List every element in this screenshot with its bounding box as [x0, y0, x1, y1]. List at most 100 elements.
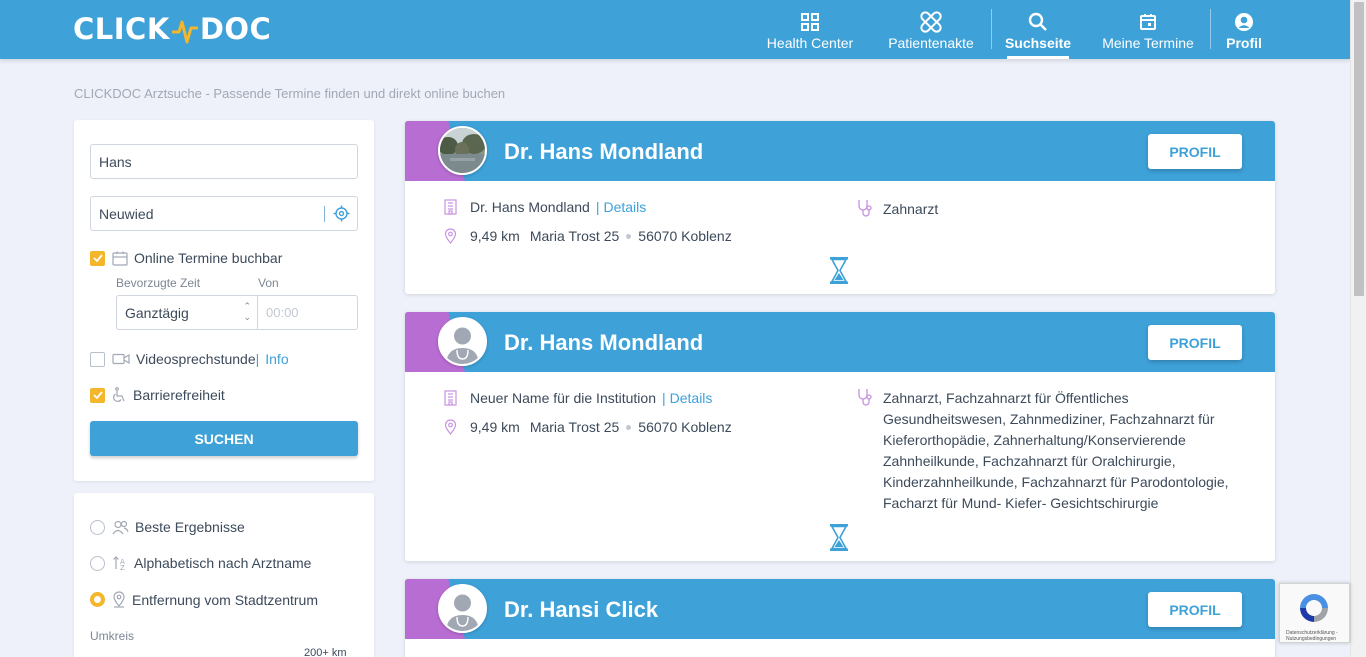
doctor-name[interactable]: Dr. Hans Mondland — [504, 139, 703, 165]
institution-line: Neuer Name für die Institution | Details — [440, 390, 712, 406]
time-from-placeholder: 00:00 — [266, 305, 299, 320]
grid-icon — [800, 11, 820, 33]
nav-label: Health Center — [766, 35, 854, 51]
specialty-block: Zahnarzt — [856, 199, 1243, 221]
address-line: 9,49 km Maria Trost 25 56070 Koblenz — [440, 228, 732, 244]
scrollbar-thumb[interactable] — [1354, 2, 1364, 296]
doctor-avatar-placeholder — [438, 317, 487, 366]
doctor-name[interactable]: Dr. Hansi Click — [504, 597, 658, 623]
search-panel: Hans Neuwied Online Termine buchbar Bevo… — [74, 120, 374, 481]
separator-dot — [626, 424, 632, 430]
online-termine-option[interactable]: Online Termine buchbar — [90, 250, 282, 266]
doctor-name[interactable]: Dr. Hans Mondland — [504, 330, 703, 356]
map-pin-icon — [112, 591, 126, 608]
card-header: Dr. Hansi Click PROFIL — [405, 579, 1275, 639]
location-divider — [324, 206, 325, 222]
location-input[interactable]: Neuwied — [90, 196, 358, 231]
separator-dot — [626, 233, 632, 239]
specialty-text: Zahnarzt, Fachzahnarzt für Öffentliches … — [883, 390, 1229, 511]
logo-text-right: DOC — [199, 12, 272, 46]
videosprechstunde-checkbox[interactable] — [90, 351, 105, 367]
city: 56070 Koblenz — [638, 419, 732, 435]
nav-label: Suchseite — [1004, 35, 1072, 51]
sort-best-label: Beste Ergebnisse — [135, 519, 245, 535]
page-scrollbar[interactable] — [1350, 0, 1366, 657]
radius-label: Umkreis — [90, 629, 134, 643]
time-of-day-value: Ganztägig — [125, 304, 189, 321]
nav-suchseite[interactable]: Suchseite — [1004, 0, 1072, 59]
sort-distance-label: Entfernung vom Stadtzentrum — [132, 591, 318, 608]
sort-option-best[interactable]: Beste Ergebnisse — [90, 519, 245, 535]
nav-divider — [1210, 9, 1211, 49]
from-label: Von — [258, 276, 279, 290]
nav-label: Patientenakte — [888, 35, 974, 51]
barrierefreiheit-checkbox[interactable] — [90, 387, 105, 403]
map-pin-icon — [440, 228, 460, 244]
institution-name: Neuer Name für die Institution — [470, 390, 656, 406]
sort-distance-radio[interactable] — [90, 592, 105, 607]
building-icon — [440, 390, 460, 406]
sort-alpha-icon: AZ — [112, 555, 128, 571]
profile-button[interactable]: PROFIL — [1148, 134, 1242, 169]
nav-meine-termine[interactable]: Meine Termine — [1100, 0, 1196, 59]
videosprechstunde-option[interactable]: Videosprechstunde | Info — [90, 351, 289, 367]
nav-health-center[interactable]: Health Center — [765, 0, 855, 59]
sort-alpha-label: Alphabetisch nach Arztname — [134, 555, 312, 571]
time-of-day-select[interactable]: Ganztägig ⌃ ⌄ — [116, 295, 258, 330]
details-link[interactable]: Details — [603, 199, 646, 215]
clickdoc-logo[interactable]: CLICK DOC — [73, 12, 271, 46]
doctor-result-card: Dr. Hans Mondland PROFIL Dr. Hans Mondla… — [405, 121, 1275, 294]
doctor-result-card: Dr. Hansi Click PROFIL — [405, 579, 1275, 657]
nav-patientenakte[interactable]: Patientenakte — [886, 0, 976, 59]
videosprechstunde-info-link[interactable]: Info — [265, 351, 288, 367]
top-navigation-bar: CLICK DOC Health Center Patientenakte Su… — [0, 0, 1350, 59]
locate-me-icon[interactable] — [333, 205, 350, 225]
specialty-block: Zahnarzt, Fachzahnarzt für Öffentliches … — [856, 388, 1243, 514]
sort-alpha-radio[interactable] — [90, 555, 105, 571]
institution-line: Dr. Hans Mondland | Details — [440, 199, 646, 215]
stethoscope-icon — [856, 388, 875, 410]
radius-value: 200+ km — [304, 647, 347, 657]
calendar-icon — [1139, 11, 1157, 33]
online-termine-checkbox[interactable] — [90, 250, 105, 266]
svg-text:Z: Z — [120, 564, 125, 571]
preferred-time-label: Bevorzugte Zeit — [116, 276, 201, 290]
recaptcha-text: Datenschutzerklärung - Nutzungsbedingung… — [1286, 630, 1338, 642]
specialty-text: Zahnarzt — [883, 201, 939, 217]
videosprechstunde-label: Videosprechstunde — [136, 351, 256, 367]
search-button[interactable]: SUCHEN — [90, 421, 358, 456]
street: Maria Trost 25 — [529, 419, 620, 435]
sort-option-distance[interactable]: Entfernung vom Stadtzentrum — [90, 591, 318, 608]
video-camera-icon — [112, 353, 130, 365]
details-link[interactable]: Details — [670, 390, 713, 406]
bandage-icon — [920, 11, 942, 33]
profile-button[interactable]: PROFIL — [1148, 592, 1242, 627]
barrierefreiheit-option[interactable]: Barrierefreiheit — [90, 387, 225, 403]
nav-divider — [991, 9, 992, 49]
sort-option-alphabetical[interactable]: AZ Alphabetisch nach Arztname — [90, 555, 311, 571]
card-header: Dr. Hans Mondland PROFIL — [405, 312, 1275, 372]
doctor-result-card: Dr. Hans Mondland PROFIL Neuer Name für … — [405, 312, 1275, 561]
user-circle-icon — [1234, 11, 1254, 33]
recaptcha-badge[interactable]: Datenschutzerklärung - Nutzungsbedingung… — [1279, 583, 1350, 643]
select-arrows-icon: ⌃ ⌄ — [243, 301, 251, 322]
sort-best-radio[interactable] — [90, 519, 105, 535]
time-from-input[interactable]: 00:00 — [257, 295, 358, 330]
barrierefreiheit-label: Barrierefreiheit — [133, 387, 225, 403]
details-divider: | — [595, 199, 600, 215]
doctor-avatar-placeholder — [438, 584, 487, 633]
doctor-avatar-photo — [438, 126, 487, 175]
distance: 9,49 km — [470, 419, 520, 435]
hourglass-loading-icon — [829, 523, 849, 557]
nav-label: Meine Termine — [1102, 35, 1194, 51]
location-input-value: Neuwied — [99, 205, 154, 222]
logo-text-left: CLICK — [73, 12, 170, 46]
name-input-value: Hans — [99, 153, 132, 170]
city: 56070 Koblenz — [638, 228, 732, 244]
nav-profil[interactable]: Profil — [1225, 0, 1263, 59]
info-divider: | — [255, 351, 260, 367]
profile-button[interactable]: PROFIL — [1148, 325, 1242, 360]
recaptcha-icon — [1300, 594, 1328, 622]
stethoscope-icon — [856, 199, 875, 221]
name-search-input[interactable]: Hans — [90, 144, 358, 179]
